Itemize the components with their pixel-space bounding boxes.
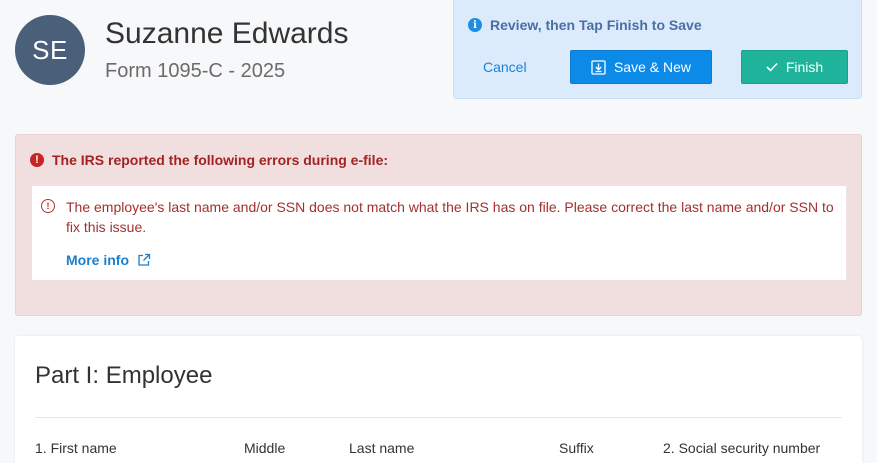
save-hint-text: Review, then Tap Finish to Save — [490, 17, 702, 33]
last-name-label: Last name — [349, 440, 415, 456]
part1-employee-card: Part I: Employee 1. First name Middle La… — [15, 336, 862, 463]
error-message: The employee's last name and/or SSN does… — [66, 199, 834, 235]
form-subtitle: Form 1095-C - 2025 — [105, 60, 286, 82]
error-icon: ! — [30, 153, 44, 167]
error-outline-icon: ! — [41, 199, 55, 213]
error-item: ! The employee's last name and/or SSN do… — [31, 185, 847, 281]
error-heading-text: The IRS reported the following errors du… — [52, 152, 389, 168]
check-icon — [766, 62, 778, 72]
cancel-button[interactable]: Cancel — [483, 59, 527, 75]
avatar-initials: SE — [32, 34, 68, 65]
save-and-new-label: Save & New — [613, 59, 692, 75]
external-link-icon — [138, 253, 151, 266]
efile-error-panel: ! The IRS reported the following errors … — [15, 134, 862, 316]
error-heading: ! The IRS reported the following errors … — [30, 152, 388, 168]
part1-title: Part I: Employee — [35, 362, 213, 389]
more-info-label: More info — [66, 252, 129, 268]
divider — [35, 417, 842, 418]
save-and-new-button[interactable]: Save & New — [570, 50, 712, 84]
info-icon: i — [468, 18, 482, 32]
save-panel: i Review, then Tap Finish to Save Cancel… — [453, 0, 862, 99]
download-icon — [591, 59, 606, 75]
suffix-label: Suffix — [559, 440, 594, 456]
more-info-link[interactable]: More info — [66, 252, 151, 268]
first-name-label: 1. First name — [35, 440, 117, 456]
middle-name-label: Middle — [244, 440, 286, 456]
finish-label: Finish — [785, 59, 824, 75]
save-hint: i Review, then Tap Finish to Save — [468, 17, 702, 33]
avatar: SE — [15, 15, 85, 85]
ssn-label: 2. Social security number — [663, 440, 821, 456]
employee-name: Suzanne Edwards — [105, 17, 349, 50]
finish-button[interactable]: Finish — [741, 50, 848, 84]
